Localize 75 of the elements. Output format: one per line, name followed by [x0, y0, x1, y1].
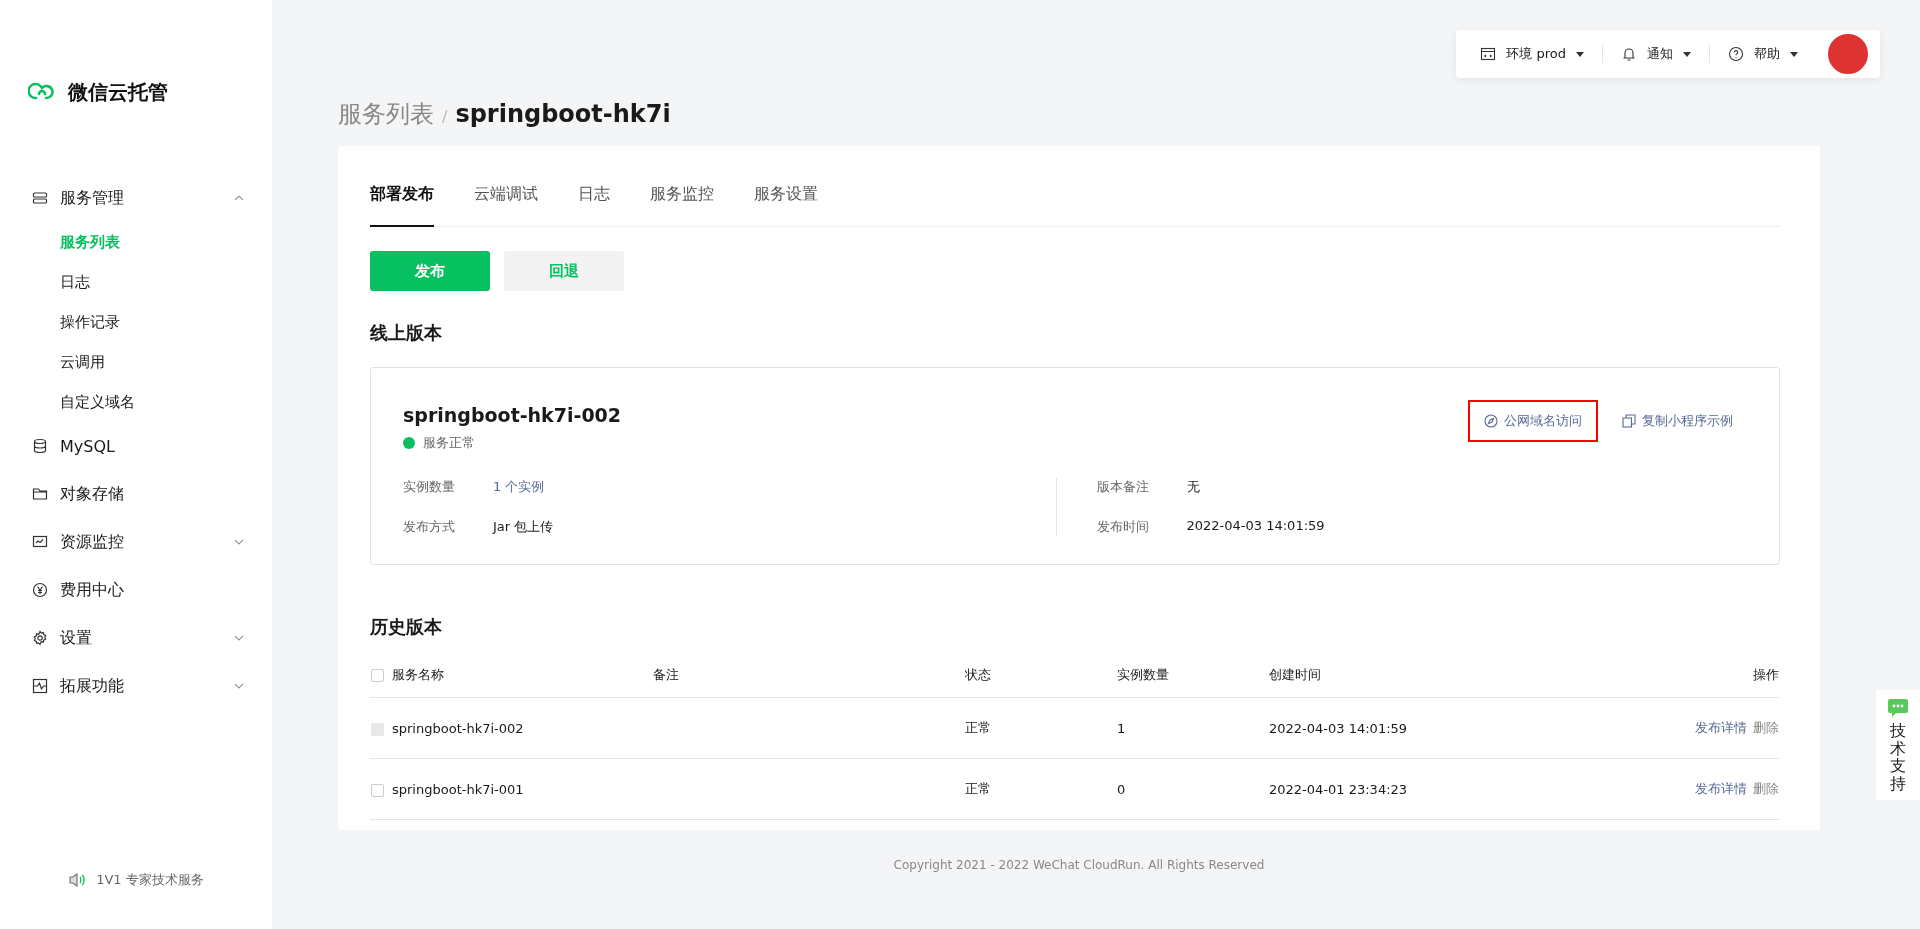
- sidebar-item[interactable]: 拓展功能: [0, 662, 272, 710]
- sidebar-item[interactable]: 服务管理: [0, 174, 272, 222]
- field-label: 实例数量: [403, 478, 456, 496]
- tab[interactable]: 部署发布: [370, 166, 434, 227]
- help-icon: [1728, 46, 1744, 62]
- sidebar-subitem[interactable]: 云调用: [0, 342, 272, 382]
- details-link[interactable]: 发布详情: [1695, 781, 1747, 796]
- column-header: 实例数量: [1117, 667, 1169, 682]
- chart-icon: [32, 534, 48, 550]
- database-icon: [32, 438, 48, 454]
- table-cell: 正常: [965, 781, 991, 796]
- column-header: 操作: [1753, 667, 1779, 682]
- field-label: 发布方式: [403, 518, 456, 536]
- breadcrumb-separator: /: [442, 107, 448, 126]
- row-checkbox[interactable]: [371, 783, 384, 797]
- status-dot: [403, 437, 415, 449]
- sidebar-item[interactable]: 对象存储: [0, 470, 272, 518]
- table-cell: springboot-hk7i-002: [392, 720, 524, 736]
- table-cell: 1: [1117, 720, 1126, 736]
- toolbar-dropdown[interactable]: 环境 prod: [1480, 45, 1584, 63]
- yen-icon: [32, 582, 48, 598]
- select-all-checkbox[interactable]: [371, 669, 384, 682]
- section-heading: 线上版本: [370, 321, 443, 345]
- tab[interactable]: 服务监控: [650, 166, 714, 227]
- field-label: 版本备注: [1096, 478, 1150, 496]
- server-icon: [32, 190, 48, 206]
- compass-icon: [1484, 414, 1498, 428]
- copyright-text: Copyright 2021 - 2022 WeChat CloudRun. All Rights Reserved: [892, 858, 1266, 872]
- puzzle-icon: [32, 678, 48, 694]
- column-header: 服务名称: [392, 667, 444, 682]
- status-text: 服务正常: [423, 434, 475, 452]
- sidebar-subitem[interactable]: 日志: [0, 262, 272, 302]
- toolbar-dropdown[interactable]: 帮助: [1728, 45, 1798, 63]
- expert-service-link[interactable]: 1V1 专家技术服务: [96, 871, 204, 889]
- table-cell: 正常: [965, 720, 991, 735]
- tab[interactable]: 服务设置: [754, 166, 818, 227]
- copy-icon: [1622, 414, 1636, 428]
- tech-support-button[interactable]: 技术支持: [1876, 690, 1920, 801]
- column-header: 创建时间: [1269, 667, 1321, 682]
- window-icon: [1480, 46, 1497, 62]
- table-cell: 2022-04-01 23:34:23: [1269, 781, 1408, 797]
- copy-example-link[interactable]: 复制小程序示例: [1606, 400, 1749, 442]
- chat-icon: [1887, 698, 1909, 718]
- field-value: 2022-04-03 14:01:59: [1186, 518, 1325, 535]
- caret-icon: [1576, 51, 1584, 57]
- public-domain-link[interactable]: 公网域名访问: [1468, 400, 1598, 442]
- sidebar-subitem[interactable]: 自定义域名: [0, 382, 272, 422]
- bell-icon: [1621, 46, 1637, 62]
- column-header: 状态: [965, 667, 991, 682]
- toolbar-dropdown[interactable]: 通知: [1621, 45, 1691, 63]
- brand-name: 微信云托管: [68, 78, 168, 106]
- tab[interactable]: 云端调试: [474, 166, 538, 227]
- caret-icon: [1790, 51, 1798, 57]
- sidebar-item[interactable]: 费用中心: [0, 566, 272, 614]
- column-header: 备注: [653, 667, 679, 682]
- table-cell: springboot-hk7i-001: [392, 781, 524, 797]
- tab[interactable]: 日志: [578, 166, 610, 227]
- delete-link[interactable]: 删除: [1753, 781, 1779, 796]
- sidebar-item[interactable]: 设置: [0, 614, 272, 662]
- page-title: springboot-hk7i: [455, 100, 671, 128]
- sidebar-item[interactable]: MySQL: [0, 422, 272, 470]
- speaker-icon: [68, 872, 87, 888]
- folder-icon: [32, 486, 48, 502]
- settings-icon: [32, 630, 48, 646]
- field-label: 发布时间: [1096, 518, 1150, 536]
- table-cell: 0: [1117, 781, 1126, 797]
- sidebar-item[interactable]: 资源监控: [0, 518, 272, 566]
- caret-icon: [1683, 51, 1691, 57]
- field-value: Jar 包上传: [493, 518, 554, 536]
- section-heading: 历史版本: [370, 615, 443, 639]
- version-name: springboot-hk7i-002: [403, 404, 622, 426]
- table-cell: 2022-04-03 14:01:59: [1269, 720, 1408, 736]
- field-value: 无: [1186, 478, 1200, 496]
- instance-link[interactable]: 1 个实例: [493, 478, 545, 496]
- sidebar-subitem[interactable]: 操作记录: [0, 302, 272, 342]
